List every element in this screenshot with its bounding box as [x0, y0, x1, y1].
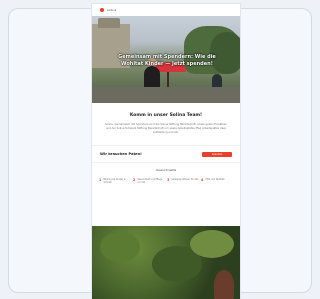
foliage-shape	[100, 232, 140, 262]
stat-number: 2	[133, 178, 136, 182]
logo-text: solina	[107, 8, 117, 12]
stat-item[interactable]: 2 Gesundheit und Pflege vor Ort	[133, 178, 165, 184]
mobile-page[interactable]: solina Gemeinsam mit Spendern: Wie die W…	[92, 4, 240, 299]
stat-number: 1	[99, 178, 102, 182]
projects-bar: Wir brauchen Paten! Spenden	[92, 145, 240, 163]
about-title: Komm in unser Solina Team!	[129, 113, 203, 118]
projects-title: Wir brauchen Paten!	[100, 152, 142, 156]
logo-icon	[100, 8, 104, 12]
stat-text: Gesundheit und Pflege vor Ort	[137, 178, 163, 184]
about-text: Solina. Gemeinsam mit Spendern sind Sie …	[104, 123, 227, 134]
stat-number: 3	[167, 178, 170, 182]
stat-item[interactable]: 1 Bildung für Kinder in Schulen	[99, 178, 131, 184]
bottom-image	[92, 226, 240, 299]
stat-item[interactable]: 4 Hilfe und Nothilfe	[201, 178, 233, 184]
stat-text: Hilfe und Nothilfe	[205, 178, 225, 181]
person-shape	[214, 270, 234, 299]
stat-text: Bildung für Kinder in Schulen	[103, 178, 126, 184]
stat-item[interactable]: 3 Sauberes Wasser für alle	[167, 178, 199, 184]
donate-button[interactable]: Spenden	[202, 151, 232, 157]
stat-number: 4	[201, 178, 204, 182]
hero-image: Gemeinsam mit Spendern: Wie die Wohltat …	[92, 16, 240, 103]
ground-shape	[92, 87, 240, 103]
building-roof-shape	[98, 18, 120, 28]
projects-stats: 1 Bildung für Kinder in Schulen 2 Gesund…	[92, 172, 240, 184]
about-section: Komm in unser Solina Team! Solina. Gemei…	[92, 103, 240, 139]
foliage-shape	[190, 230, 234, 258]
hero-title: Gemeinsam mit Spendern: Wie die Wohltat …	[118, 54, 216, 67]
stat-text: Sauberes Wasser für alle	[171, 178, 199, 181]
top-bar: solina	[92, 4, 240, 16]
